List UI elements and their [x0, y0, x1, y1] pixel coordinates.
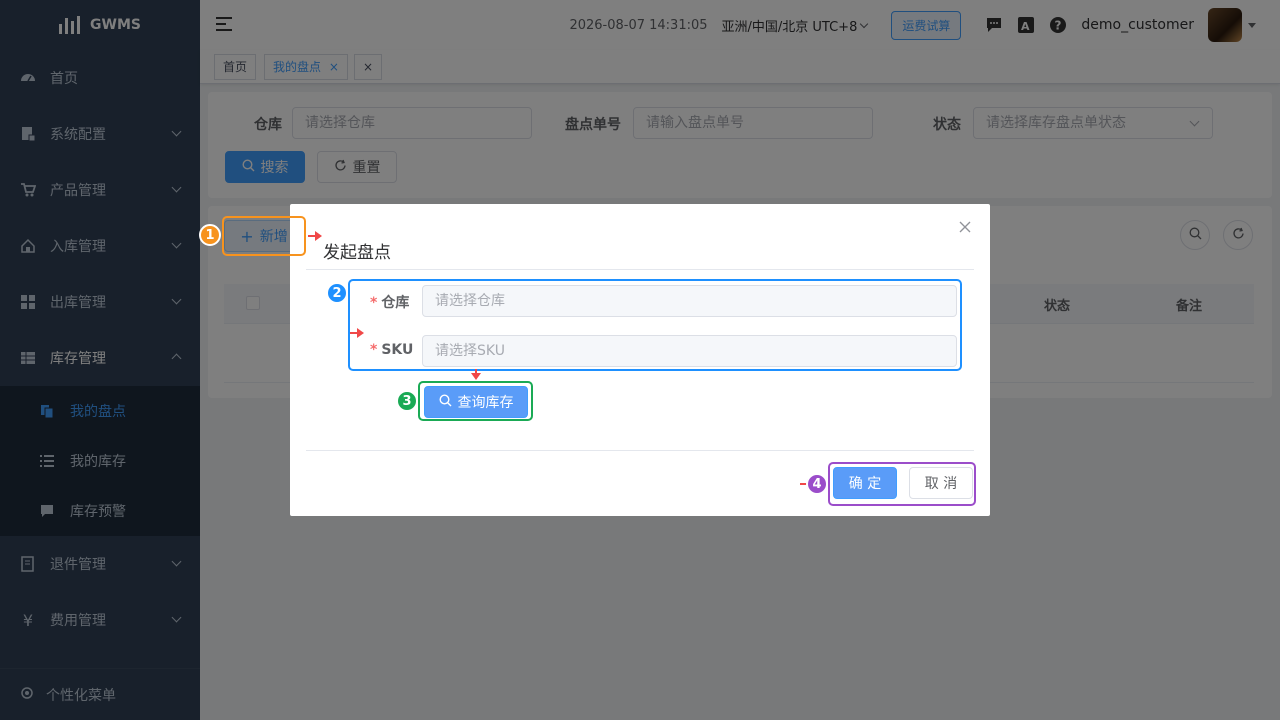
annotation-badge-4: 4: [806, 473, 828, 495]
annotation-badge-2: 2: [326, 282, 348, 304]
annotation-arrow-3: [471, 369, 481, 380]
annotation-box-4: [828, 462, 976, 506]
annotation-arrow-2: [350, 328, 364, 338]
annotation-badge-3: 3: [396, 390, 418, 412]
annotation-box-1: [222, 216, 306, 256]
annotation-box-3: [418, 381, 533, 421]
dialog-header-divider: [306, 269, 974, 270]
dialog-footer-divider: [306, 450, 974, 451]
annotation-badge-1: 1: [199, 224, 221, 246]
dialog-title: 发起盘点: [323, 243, 391, 263]
close-icon[interactable]: [958, 220, 972, 234]
annotation-box-2: [348, 279, 962, 371]
annotation-arrow-1: [308, 231, 322, 241]
